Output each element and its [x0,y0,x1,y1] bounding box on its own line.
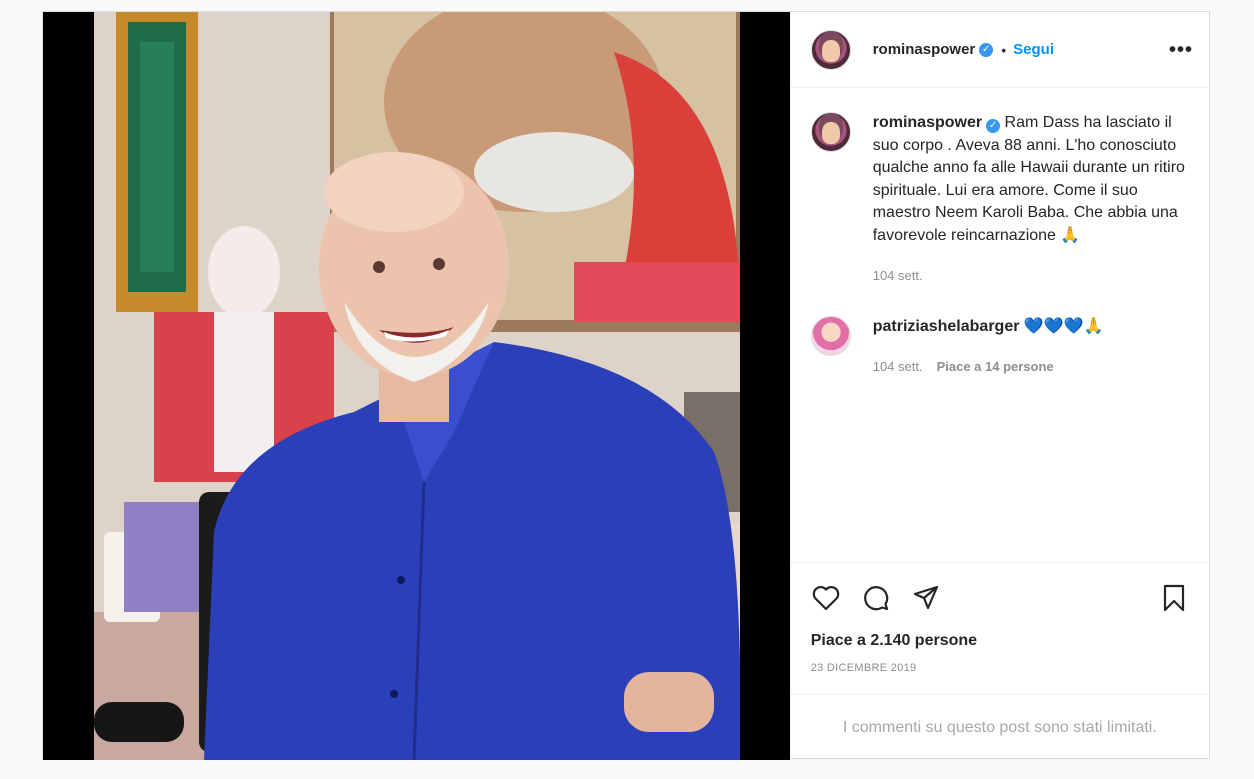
comment-likes[interactable]: Piace a 14 persone [937,359,1054,374]
comment-body: patriziashelabarger 💙💙💙🙏 104 sett. Piace … [873,316,1104,379]
post-date[interactable]: 23 DICEMBRE 2019 [791,662,1209,684]
caption-time[interactable]: 104 sett. [873,268,923,283]
more-options-icon[interactable]: ••• [1169,40,1193,60]
comment-icon[interactable] [861,583,891,613]
instagram-post: rominaspower ✓ • Segui ••• rominaspower ✓… [42,11,1210,760]
comment-item: patriziashelabarger 💙💙💙🙏 104 sett. Piace … [810,315,1191,379]
post-side-panel: rominaspower ✓ • Segui ••• rominaspower ✓… [789,12,1209,760]
comments-section: rominaspower ✓ Ram Dass ha lasciato il su… [791,88,1209,562]
caption: rominaspower ✓ Ram Dass ha lasciato il su… [810,112,1191,288]
post-media[interactable] [43,12,790,760]
comments-limited-notice: I commenti su questo post sono stati lim… [790,694,1209,760]
commenter-username[interactable]: patriziashelabarger [873,318,1020,335]
comment-time[interactable]: 104 sett. [873,359,923,374]
commenter-avatar[interactable] [810,315,851,356]
author-avatar[interactable] [810,29,851,70]
verified-badge-icon: ✓ [986,119,1001,133]
caption-author-username[interactable]: rominaspower [873,114,982,131]
post-header: rominaspower ✓ • Segui ••• [790,12,1209,88]
comment-text: 💙💙💙🙏 [1023,317,1104,335]
post-photo [94,12,740,760]
action-bar [790,562,1209,632]
verified-badge-icon: ✓ [979,42,994,57]
caption-author-avatar[interactable] [810,112,851,152]
separator-dot: • [1001,41,1007,58]
caption-text: Ram Dass ha lasciato il suo corpo . Avev… [872,114,1185,244]
heart-icon[interactable] [811,583,841,613]
caption-meta: 104 sett. [873,265,1191,288]
author-username[interactable]: rominaspower [873,41,976,58]
bookmark-icon[interactable] [1159,583,1189,613]
likes-count[interactable]: Piace a 2.140 persone [791,632,1209,656]
follow-button[interactable]: Segui [1013,41,1054,58]
share-icon[interactable] [911,583,941,613]
comment-meta: 104 sett. Piace a 14 persone [873,356,1104,379]
caption-body: rominaspower ✓ Ram Dass ha lasciato il su… [873,112,1191,288]
